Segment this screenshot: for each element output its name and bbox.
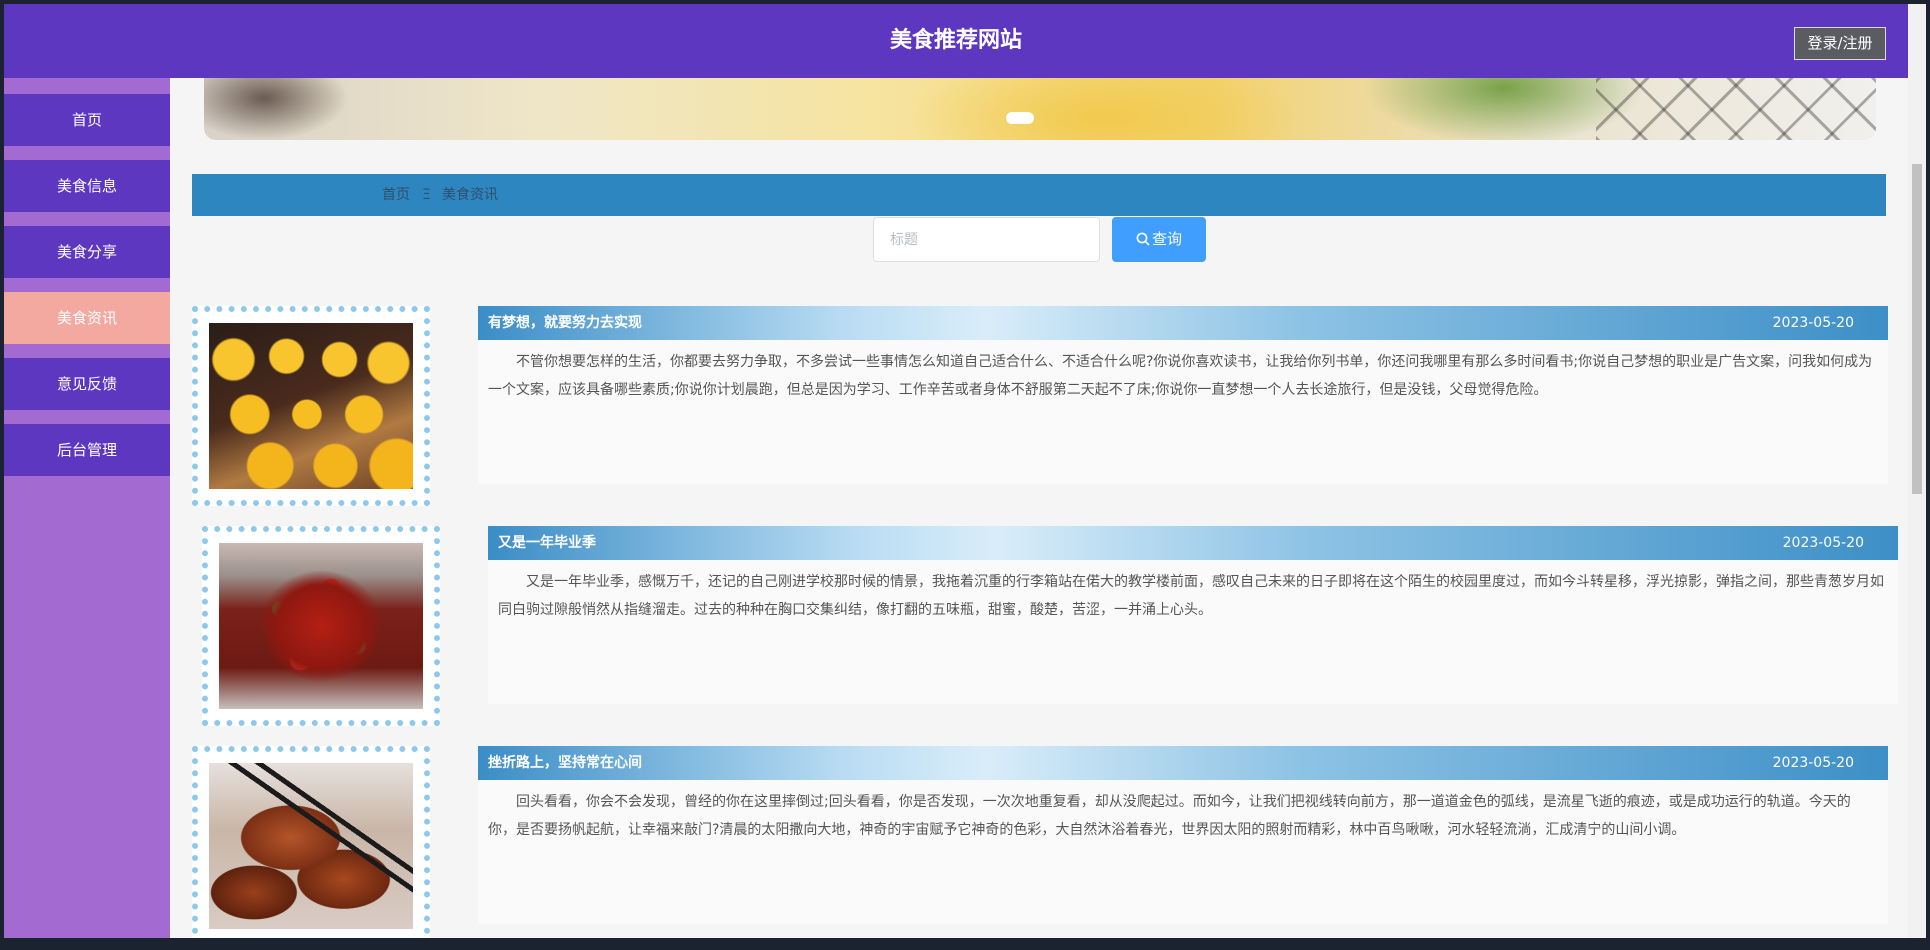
breadcrumb-separator: Ξ [422, 187, 431, 203]
news-date: 2023-05-20 [1772, 315, 1854, 331]
banner-image-detail [1596, 78, 1876, 140]
news-date: 2023-05-20 [1782, 535, 1864, 551]
news-thumbnail[interactable] [192, 306, 430, 506]
news-card[interactable]: 挫折路上，坚持常在心间 2023-05-20 回头看看，你会不会发现，曾经的你在… [478, 746, 1888, 924]
sidebar-item-admin[interactable]: 后台管理 [4, 424, 170, 476]
sidebar-item-food-share[interactable]: 美食分享 [4, 226, 170, 278]
news-title[interactable]: 又是一年毕业季 [498, 526, 596, 560]
news-image-egg-yolk-pastries [209, 323, 413, 489]
news-card-header: 挫折路上，坚持常在心间 2023-05-20 [478, 746, 1888, 780]
news-summary: 不管你想要怎样的生活，你都要去努力争取，不多尝试一些事情怎么知道自己适合什么、不… [488, 354, 1873, 398]
breadcrumb-current: 美食资讯 [442, 187, 498, 203]
news-thumbnail[interactable] [202, 526, 440, 726]
news-card-header: 有梦想，就要努力去实现 2023-05-20 [478, 306, 1888, 340]
sidebar-item-food-info[interactable]: 美食信息 [4, 160, 170, 212]
login-register-button[interactable]: 登录/注册 [1794, 27, 1886, 60]
news-summary: 又是一年毕业季，感慨万千，还记的自己刚进学校那时候的情景，我拖着沉重的行李箱站在… [498, 574, 1884, 618]
carousel-indicator[interactable] [1006, 112, 1034, 124]
news-title[interactable]: 有梦想，就要努力去实现 [488, 306, 642, 340]
page: 美食推荐网站 登录/注册 首页 美食信息 美食分享 美食资讯 意见反馈 后台管理… [4, 4, 1926, 938]
breadcrumb-home[interactable]: 首页 [382, 174, 410, 216]
title-search-input[interactable] [873, 217, 1100, 262]
news-image-spicy-crayfish [219, 543, 423, 709]
search-button-label: 查询 [1151, 230, 1182, 248]
news-image-braised-pork [209, 763, 413, 929]
header: 美食推荐网站 登录/注册 [4, 4, 1908, 78]
news-card-header: 又是一年毕业季 2023-05-20 [488, 526, 1898, 560]
site-title: 美食推荐网站 [889, 28, 1022, 53]
scrollbar-thumb[interactable] [1912, 164, 1922, 494]
news-thumbnail[interactable] [192, 746, 430, 938]
page-scrollbar[interactable] [1908, 4, 1926, 938]
banner-carousel [204, 78, 1876, 140]
search-button[interactable]: 查询 [1112, 217, 1206, 262]
news-title[interactable]: 挫折路上，坚持常在心间 [488, 746, 642, 780]
news-card[interactable]: 有梦想，就要努力去实现 2023-05-20 不管你想要怎样的生活，你都要去努力… [478, 306, 1888, 484]
sidebar: 首页 美食信息 美食分享 美食资讯 意见反馈 后台管理 [4, 78, 170, 938]
news-card[interactable]: 又是一年毕业季 2023-05-20 又是一年毕业季，感慨万千，还记的自己刚进学… [488, 526, 1898, 704]
sidebar-item-home[interactable]: 首页 [4, 94, 170, 146]
news-summary: 回头看看，你会不会发现，曾经的你在这里摔倒过;回头看看，你是否发现，一次次地重复… [488, 794, 1851, 838]
breadcrumb: 首页 Ξ 美食资讯 [192, 174, 1886, 216]
sidebar-item-food-news[interactable]: 美食资讯 [4, 292, 170, 344]
search-icon [1136, 232, 1150, 246]
news-date: 2023-05-20 [1772, 755, 1854, 771]
sidebar-item-feedback[interactable]: 意见反馈 [4, 358, 170, 410]
